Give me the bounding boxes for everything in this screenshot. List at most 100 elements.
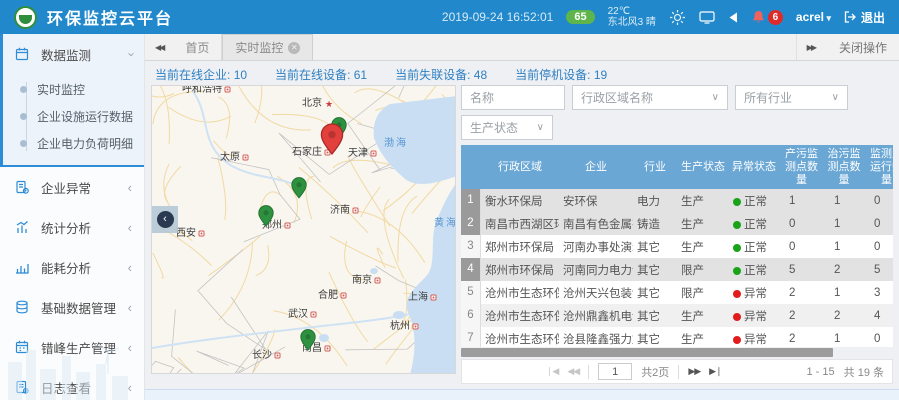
tab-实时监控[interactable]: 实时监控✕ [222, 34, 313, 60]
chevron-down-icon: ▾ [824, 13, 831, 23]
tabs-scroll-left-icon[interactable]: ◀◀ [145, 34, 173, 60]
map-sea-label: 黄海 [434, 216, 456, 229]
tab-bar: ◀◀ 首页实时监控✕ ▶▶ 关闭操作 [145, 34, 899, 61]
table-row[interactable]: 4郑州市环保局河南同力电力设计其它限产正常525 [461, 258, 893, 281]
logout-button[interactable]: 退出 [844, 9, 885, 26]
sidebar-item-label: 统计分析 [41, 218, 91, 237]
production-status-filter-select[interactable]: 生产状态∨ [461, 115, 553, 140]
page-input[interactable] [598, 363, 632, 380]
datetime: 2019-09-24 16:52:01 [442, 10, 553, 24]
sidebar-item[interactable]: 数据监测‹ [3, 34, 144, 74]
svg-text:石家庄: 石家庄 [292, 145, 322, 158]
sidebar-item[interactable]: 错峰生产管理‹ [3, 327, 144, 367]
table-row[interactable]: 3郑州市环保局河南办事处演示其它生产正常010 [461, 235, 893, 258]
first-page-icon[interactable]: ❘◀ [546, 366, 558, 377]
table-cell: 沧州市生态环保局 [481, 308, 559, 324]
capital-star-icon: ★ [325, 99, 333, 109]
svg-text:北京: 北京 [302, 96, 322, 109]
sidebar-subitem-label: 实时监控 [37, 81, 85, 98]
column-header[interactable]: 产污监测点数量 [779, 148, 824, 187]
table-row[interactable]: 6沧州市生态环保局沧州鼎鑫机电设备其它生产异常224 [461, 304, 893, 327]
map[interactable]: 呼和浩特北京★天津太原石家庄济南西安郑州合肥南京上海武汉杭州长沙南昌 渤海黄海 … [151, 85, 456, 374]
map-collapse-button[interactable]: ‹ [152, 206, 178, 233]
column-header[interactable]: 企业 [559, 161, 633, 174]
table-cell: 4 [461, 258, 481, 281]
table-cell: 异常 [729, 308, 779, 324]
sidebar-item[interactable]: 企业异常‹ [3, 167, 144, 207]
svg-text:上海: 上海 [408, 290, 428, 303]
svg-text:呼和浩特: 呼和浩特 [182, 86, 222, 95]
city-marker-icon [375, 278, 380, 283]
industry-filter-select[interactable]: 所有行业∨ [735, 85, 848, 110]
city-marker-icon [353, 208, 358, 213]
sidebar-item[interactable]: 统计分析‹ [3, 207, 144, 247]
wind: 东北风3 晴 [608, 17, 656, 28]
speaker-icon[interactable] [728, 12, 739, 23]
tabs-scroll-right-icon[interactable]: ▶▶ [797, 43, 825, 52]
sidebar-item[interactable]: 日志查看 ‹ [3, 367, 144, 400]
table-row[interactable]: 5沧州市生态环保局沧州天兴包装制品其它限产异常213 [461, 281, 893, 304]
table-cell: 6 [461, 304, 481, 327]
last-page-icon[interactable]: ▶❘ [709, 366, 721, 377]
table-cell: 电力 [633, 193, 677, 209]
table-cell: 1 [779, 195, 824, 207]
next-page-icon[interactable]: ▶▶ [688, 366, 700, 377]
table-cell: 5 [864, 264, 893, 276]
chevron-collapsed-icon: ‹ [128, 381, 132, 394]
sidebar-item-label: 日志查看 [41, 378, 91, 397]
region-filter-select[interactable]: 行政区域名称∨ [572, 85, 728, 110]
table-cell: 2 [461, 212, 481, 235]
table-cell: 沧县隆鑫强力加气 [559, 331, 633, 347]
prev-page-icon[interactable]: ◀◀ [567, 366, 579, 377]
table-cell: 郑州市环保局 [481, 262, 559, 278]
column-header[interactable]: 异常状态 [729, 161, 779, 174]
table-cell: 2 [824, 310, 864, 322]
bullet-icon [20, 140, 27, 147]
tab-首页[interactable]: 首页 [173, 34, 222, 60]
horizontal-scrollbar[interactable] [461, 348, 833, 357]
table-cell: 0 [864, 195, 893, 207]
table-cell: 2 [779, 333, 824, 345]
stat-item: 当前在线设备: 61 [275, 66, 367, 83]
total-pages-label: 共2页 [641, 364, 669, 380]
sidebar-subitem[interactable]: 实时监控 [3, 76, 144, 103]
sidebar-item[interactable]: 基础数据管理‹ [3, 287, 144, 327]
calendar-icon [15, 47, 31, 61]
name-filter-input[interactable] [461, 85, 565, 110]
total-count-label: 共 19 条 [844, 364, 884, 380]
tab-close-icon[interactable]: ✕ [288, 42, 300, 54]
sidebar: 数据监测‹实时监控企业设施运行数据企业电力负荷明细企业异常‹统计分析‹能耗分析‹… [0, 34, 145, 400]
city-marker-icon [341, 293, 346, 298]
notifications[interactable]: 6 [752, 10, 783, 25]
sidebar-subitem[interactable]: 企业电力负荷明细 [3, 130, 144, 157]
column-header[interactable]: 生产状态 [677, 161, 729, 174]
svg-text:长沙: 长沙 [252, 349, 272, 361]
column-header[interactable]: 行业 [633, 161, 677, 174]
table-cell: 生产 [677, 239, 729, 255]
table-row[interactable]: 2南昌市西湖区环保局南昌有色金属有限公司铸造生产正常010 [461, 212, 893, 235]
table-row[interactable]: 1衡水环保局安环保电力生产正常110 [461, 189, 893, 212]
column-header[interactable]: 监测点运行数量 [864, 148, 893, 187]
table-cell: 1 [461, 189, 481, 212]
monitor-icon[interactable] [699, 10, 715, 24]
sidebar-subitem-label: 企业设施运行数据 [37, 108, 133, 125]
column-header[interactable]: 行政区域 [481, 161, 559, 174]
top-header: 环保监控云平台 2019-09-24 16:52:01 65 22℃ 东北风3 … [0, 0, 899, 34]
close-operations-button[interactable]: 关闭操作 [839, 39, 887, 56]
city-marker-icon [311, 312, 316, 317]
city-marker-icon [325, 346, 330, 351]
city-marker-icon [275, 353, 280, 358]
table-cell: 正常 [729, 239, 779, 255]
table-cell: 7 [461, 327, 481, 347]
user-menu[interactable]: acrel ▾ [796, 10, 831, 24]
stat-item: 当前停机设备: 19 [515, 66, 607, 83]
bullet-icon [20, 113, 27, 120]
table-cell: 沧州天兴包装制品 [559, 285, 633, 301]
table-row[interactable]: 7沧州市生态环保局沧县隆鑫强力加气其它生产异常210 [461, 327, 893, 347]
sidebar-item-label: 错峰生产管理 [41, 338, 116, 357]
sidebar-item[interactable]: 能耗分析‹ [3, 247, 144, 287]
column-header[interactable]: 治污监测点数量 [824, 148, 864, 187]
sidebar-subitem-label: 企业电力负荷明细 [37, 135, 133, 152]
sidebar-subitem[interactable]: 企业设施运行数据 [3, 103, 144, 130]
stat-item: 当前在线企业: 10 [155, 66, 247, 83]
